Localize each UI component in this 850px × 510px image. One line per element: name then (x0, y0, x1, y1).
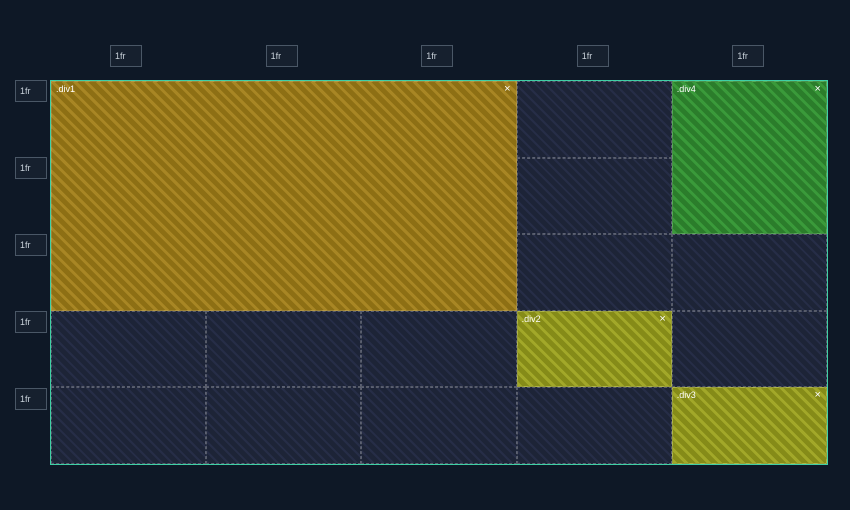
grid-cell[interactable] (517, 234, 672, 311)
close-icon[interactable]: × (815, 390, 821, 400)
grid-cell[interactable] (672, 311, 827, 388)
col-size-input-2[interactable]: 1fr (266, 45, 298, 67)
grid-cell[interactable] (517, 387, 672, 464)
grid-generator-canvas: 1fr 1fr 1fr 1fr 1fr 1fr 1fr 1fr 1fr 1fr (0, 0, 850, 510)
grid-canvas[interactable]: .div1 × .div4 × .div2 × .div3 × (50, 80, 828, 465)
col-size-input-1[interactable]: 1fr (110, 45, 142, 67)
area-label: .div1 (56, 84, 75, 94)
col-size-input-4[interactable]: 1fr (577, 45, 609, 67)
grid-cell[interactable] (672, 234, 827, 311)
row-size-input-5[interactable]: 1fr (15, 388, 47, 410)
grid-cell[interactable] (517, 158, 672, 235)
area-label: .div3 (677, 390, 696, 400)
row-size-input-1[interactable]: 1fr (15, 80, 47, 102)
close-icon[interactable]: × (659, 314, 665, 324)
close-icon[interactable]: × (815, 84, 821, 94)
close-icon[interactable]: × (504, 84, 510, 94)
grid-cell[interactable] (51, 311, 206, 388)
grid-cell[interactable] (361, 387, 516, 464)
grid-cell[interactable] (361, 311, 516, 388)
row-labels: 1fr 1fr 1fr 1fr 1fr (15, 80, 47, 465)
grid-cell[interactable] (517, 81, 672, 158)
col-size-input-5[interactable]: 1fr (732, 45, 764, 67)
grid-area-div4[interactable]: .div4 × (672, 81, 827, 234)
row-size-input-3[interactable]: 1fr (15, 234, 47, 256)
grid-area-div1[interactable]: .div1 × (51, 81, 517, 311)
grid-cell[interactable] (51, 387, 206, 464)
column-labels: 1fr 1fr 1fr 1fr 1fr (50, 45, 828, 67)
grid-area-div2[interactable]: .div2 × (517, 311, 672, 388)
grid-cell[interactable] (206, 387, 361, 464)
grid-area-div3[interactable]: .div3 × (672, 387, 827, 464)
row-size-input-4[interactable]: 1fr (15, 311, 47, 333)
area-label: .div2 (522, 314, 541, 324)
area-label: .div4 (677, 84, 696, 94)
grid-cell[interactable] (206, 311, 361, 388)
row-size-input-2[interactable]: 1fr (15, 157, 47, 179)
col-size-input-3[interactable]: 1fr (421, 45, 453, 67)
